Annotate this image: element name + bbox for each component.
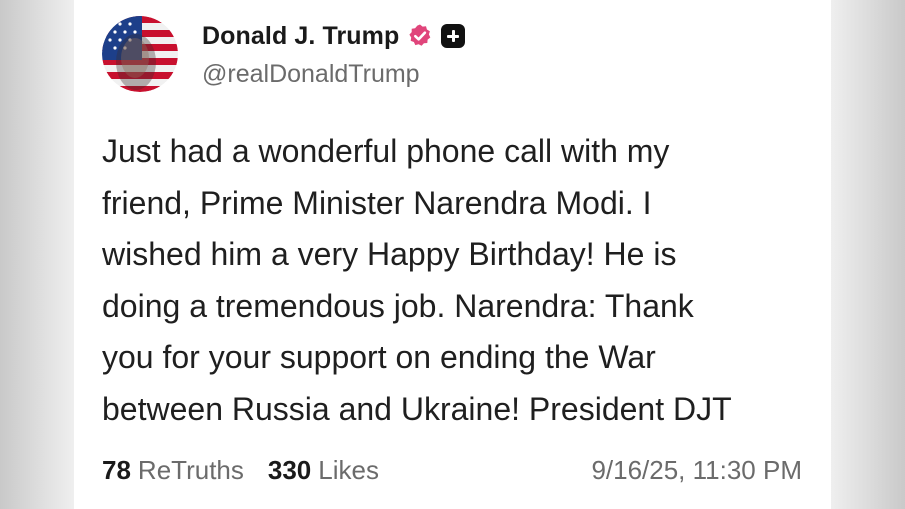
verified-badge-icon [409, 24, 431, 46]
retruths-stat[interactable]: 78 ReTruths [102, 455, 244, 486]
post-card: Donald J. Trump @realDonaldTrump Just ha… [74, 0, 831, 509]
background-right [831, 0, 905, 509]
retruths-count: 78 [102, 454, 131, 485]
retruths-label: ReTruths [137, 454, 244, 485]
author-handle[interactable]: @realDonaldTrump [202, 60, 420, 89]
likes-count: 330 [267, 454, 312, 485]
plus-icon [441, 24, 466, 48]
avatar-image [102, 16, 178, 92]
author-display-name[interactable]: Donald J. Trump [202, 22, 399, 51]
likes-label: Likes [318, 454, 379, 485]
avatar[interactable] [102, 16, 178, 92]
background-left [0, 0, 74, 509]
post-timestamp[interactable]: 9/16/25, 11:30 PM [591, 455, 802, 486]
post-text: Just had a wonderful phone call with my … [102, 133, 732, 427]
author-name-row: Donald J. Trump [202, 20, 466, 52]
likes-stat[interactable]: 330 Likes [268, 455, 379, 486]
post-footer: 78 ReTruths 330 Likes 9/16/25, 11:30 PM [102, 450, 802, 490]
